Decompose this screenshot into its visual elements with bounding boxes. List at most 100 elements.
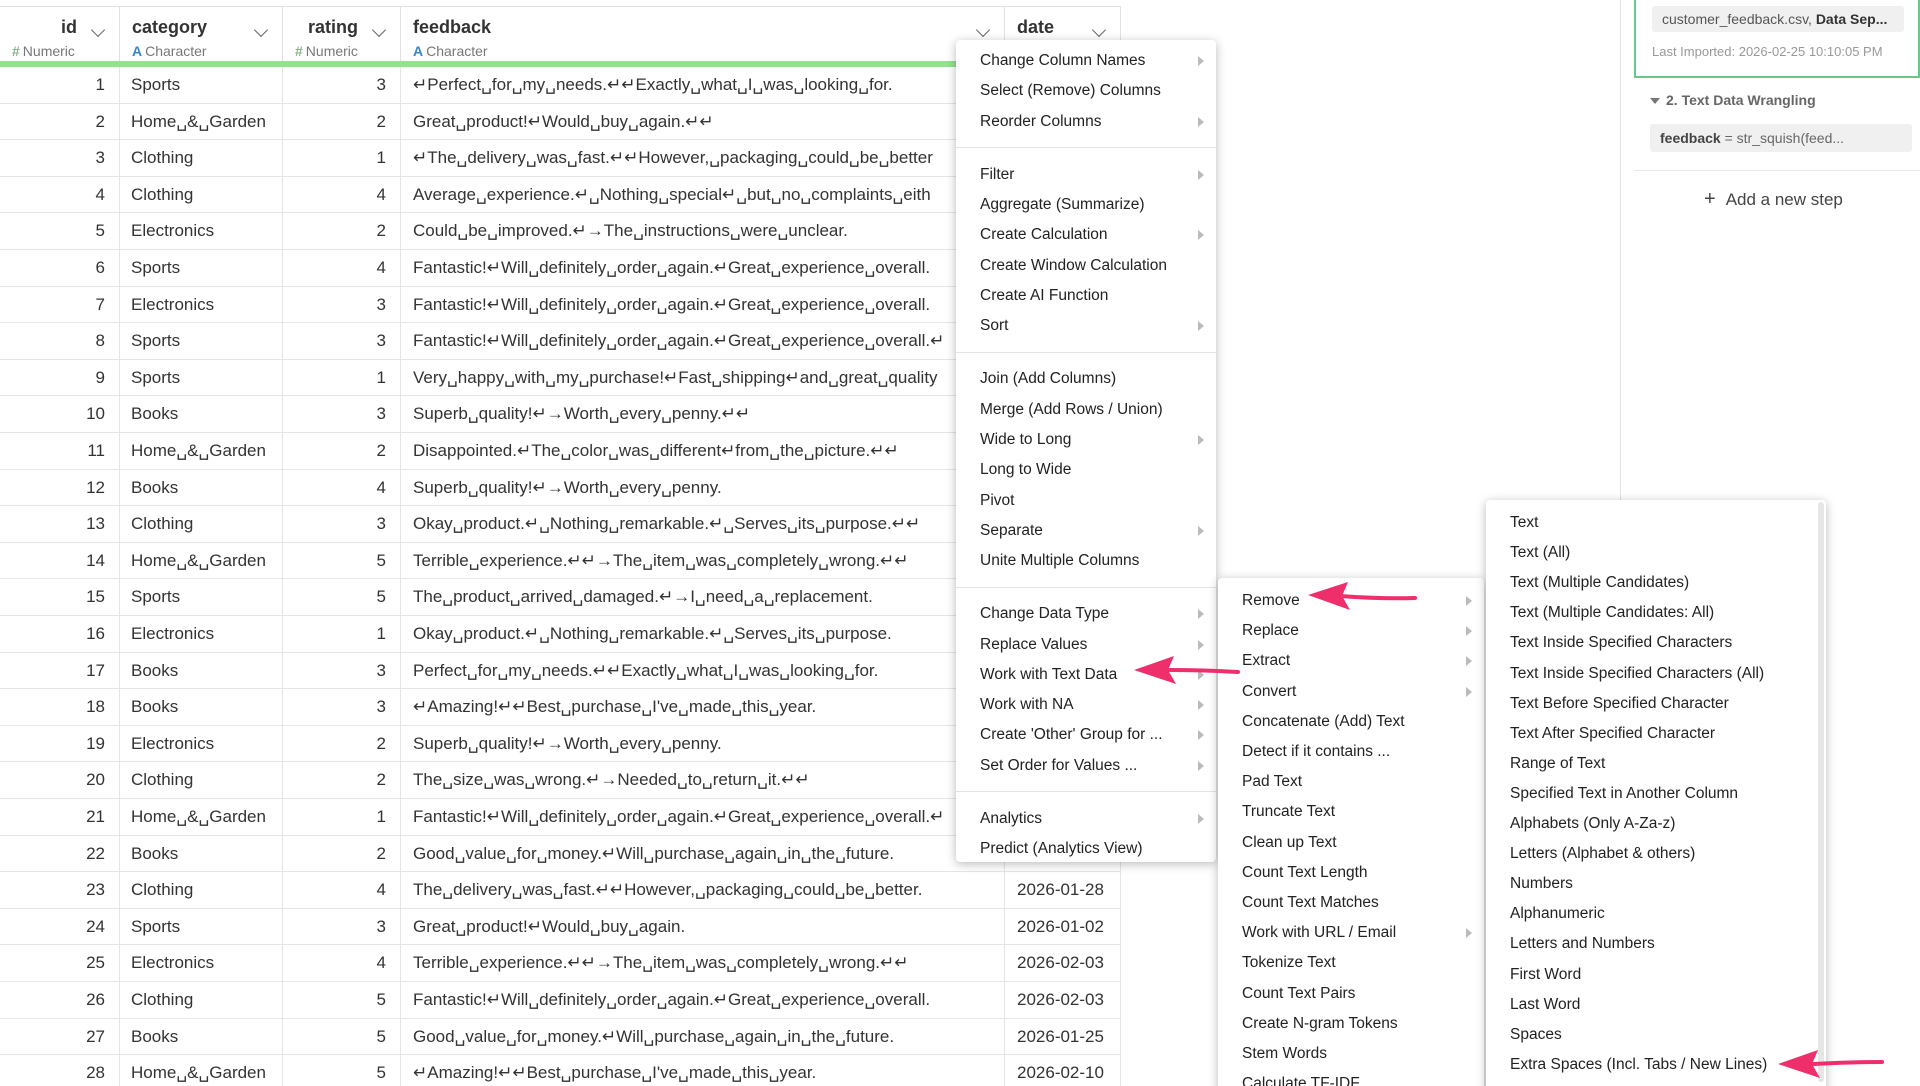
cell-feedback[interactable]: Terrible␣experience.↵↵→The␣item␣was␣comp… xyxy=(401,945,1005,981)
cell-date[interactable]: 2026-01-25 xyxy=(1005,1018,1121,1055)
table-row[interactable]: 7 Electronics 3 Fantastic!↵Will␣definitely␣… xyxy=(0,286,1121,324)
menu-item-specified-text-in-another-column[interactable]: Specified Text in Another Column xyxy=(1486,779,1826,808)
cell-category[interactable]: Electronics xyxy=(120,286,283,323)
cell-id[interactable]: 21 xyxy=(0,799,120,835)
cell-rating[interactable]: 3 xyxy=(283,286,401,323)
menu-item-create-ai-function[interactable]: Create AI Function xyxy=(956,281,1216,310)
menu-item-alphanumeric[interactable]: Alphanumeric xyxy=(1486,899,1826,928)
menu-item-text-inside-specified-characters[interactable]: Text Inside Specified Characters xyxy=(1486,628,1826,657)
table-row[interactable]: 24 Sports 3 Great␣product!↵Would␣buy␣again.… xyxy=(0,908,1121,946)
cell-feedback[interactable]: Terrible␣experience.↵↵→The␣item␣was␣comp… xyxy=(401,542,1005,579)
column-menu-chevron-icon[interactable] xyxy=(253,22,269,38)
cell-rating[interactable]: 2 xyxy=(283,835,401,872)
menu-item-detect-if-it-contains[interactable]: Detect if it contains ... xyxy=(1218,737,1484,766)
cell-category[interactable]: Clothing xyxy=(120,872,283,908)
menu-item-text-inside-specified-characters-all[interactable]: Text Inside Specified Characters (All) xyxy=(1486,659,1826,688)
column-menu-chevron-icon[interactable] xyxy=(975,22,991,38)
menu-item-concatenate-add-text[interactable]: Concatenate (Add) Text xyxy=(1218,707,1484,736)
menu-item-clean-up-text[interactable]: Clean up Text xyxy=(1218,828,1484,857)
table-row[interactable]: 2 Home␣&␣Garden 2 Great␣product!↵Would␣buy␣… xyxy=(0,103,1121,141)
menu-item-wide-to-long[interactable]: Wide to Long xyxy=(956,425,1216,454)
cell-id[interactable]: 5 xyxy=(0,213,120,249)
table-row[interactable]: 16 Electronics 1 Okay␣product.↵␣Nothing␣rem… xyxy=(0,616,1121,653)
cell-id[interactable]: 14 xyxy=(0,542,120,579)
table-row[interactable]: 18 Books 3 ↵Amazing!↵↵Best␣purchase␣I've␣ma… xyxy=(0,689,1121,726)
table-row[interactable]: 1 Sports 3 ↵Perfect␣for␣my␣needs.↵↵Exactly␣… xyxy=(0,67,1121,104)
cell-rating[interactable]: 4 xyxy=(283,250,401,286)
table-row[interactable]: 12 Books 4 Superb␣quality!↵→Worth␣every␣pen… xyxy=(0,469,1121,507)
cell-feedback[interactable]: The␣delivery␣was␣fast.↵↵However,␣packagi… xyxy=(401,872,1005,908)
menu-item-long-to-wide[interactable]: Long to Wide xyxy=(956,455,1216,484)
cell-feedback[interactable]: ↵The␣delivery␣was␣fast.↵↵However,␣packag… xyxy=(401,140,1005,176)
table-row[interactable]: 21 Home␣&␣Garden 1 Fantastic!↵Will␣definite… xyxy=(0,799,1121,836)
menu-item-unite-multiple-columns[interactable]: Unite Multiple Columns xyxy=(956,546,1216,575)
table-row[interactable]: 5 Electronics 2 Could␣be␣improved.↵→The␣ins… xyxy=(0,213,1121,250)
table-row[interactable]: 25 Electronics 4 Terrible␣experience.↵↵→The… xyxy=(0,945,1121,982)
table-row[interactable]: 20 Clothing 2 The␣size␣was␣wrong.↵→Needed␣t… xyxy=(0,762,1121,799)
menu-item-calculate-tf-idf[interactable]: Calculate TF-IDF xyxy=(1218,1069,1484,1086)
cell-feedback[interactable]: Superb␣quality!↵→Worth␣every␣penny.↵↵ xyxy=(401,396,1005,432)
menu-item-create-calculation[interactable]: Create Calculation xyxy=(956,220,1216,249)
menu-item-filter[interactable]: Filter xyxy=(956,160,1216,189)
cell-rating[interactable]: 1 xyxy=(283,616,401,652)
table-row[interactable]: 4 Clothing 4 Average␣experience.↵␣Nothing␣s… xyxy=(0,176,1121,214)
column-menu-chevron-icon[interactable] xyxy=(90,22,106,38)
cell-category[interactable]: Clothing xyxy=(120,176,283,213)
cell-category[interactable]: Sports xyxy=(120,908,283,945)
source-file-chip[interactable]: customer_feedback.csv, Data Sep... xyxy=(1652,6,1904,32)
table-row[interactable]: 19 Electronics 2 Superb␣quality!↵→Worth␣eve… xyxy=(0,725,1121,763)
cell-category[interactable]: Home␣&␣Garden xyxy=(120,799,283,835)
menu-item-range-of-text[interactable]: Range of Text xyxy=(1486,749,1826,778)
cell-id[interactable]: 23 xyxy=(0,872,120,908)
cell-id[interactable]: 25 xyxy=(0,945,120,981)
table-row[interactable]: 26 Clothing 5 Fantastic!↵Will␣definitely␣or… xyxy=(0,982,1121,1019)
cell-feedback[interactable]: ↵Amazing!↵↵Best␣purchase␣I've␣made␣this␣… xyxy=(401,689,1005,725)
cell-id[interactable]: 28 xyxy=(0,1055,120,1086)
cell-category[interactable]: Books xyxy=(120,396,283,432)
add-step-button[interactable]: + Add a new step xyxy=(1704,188,1843,211)
menu-item-join-add-columns[interactable]: Join (Add Columns) xyxy=(956,364,1216,393)
menu-item-text-multiple-candidates-all[interactable]: Text (Multiple Candidates: All) xyxy=(1486,598,1826,627)
cell-rating[interactable]: 2 xyxy=(283,762,401,798)
menu-item-first-word[interactable]: First Word xyxy=(1486,960,1826,989)
cell-feedback[interactable]: Superb␣quality!↵→Worth␣every␣penny. xyxy=(401,725,1005,762)
menu-item-count-text-matches[interactable]: Count Text Matches xyxy=(1218,888,1484,917)
cell-id[interactable]: 15 xyxy=(0,579,120,615)
menu-item-separate[interactable]: Separate xyxy=(956,516,1216,545)
menu-item-truncate-text[interactable]: Truncate Text xyxy=(1218,797,1484,826)
menu-item-reorder-columns[interactable]: Reorder Columns xyxy=(956,107,1216,136)
cell-rating[interactable]: 2 xyxy=(283,725,401,762)
cell-feedback[interactable]: Fantastic!↵Will␣definitely␣order␣again.↵… xyxy=(401,250,1005,286)
cell-id[interactable]: 1 xyxy=(0,67,120,103)
cell-rating[interactable]: 3 xyxy=(283,689,401,725)
column-header-id[interactable]: id # Numeric xyxy=(0,6,120,66)
cell-feedback[interactable]: The␣product␣arrived␣damaged.↵→I␣need␣a␣r… xyxy=(401,579,1005,615)
cell-id[interactable]: 24 xyxy=(0,908,120,945)
cell-id[interactable]: 11 xyxy=(0,433,120,469)
cell-rating[interactable]: 3 xyxy=(283,323,401,359)
table-row[interactable]: 6 Sports 4 Fantastic!↵Will␣definitely␣order… xyxy=(0,250,1121,287)
table-row[interactable]: 17 Books 3 Perfect␣for␣my␣needs.↵↵Exactly␣w… xyxy=(0,652,1121,690)
cell-category[interactable]: Clothing xyxy=(120,762,283,798)
cell-category[interactable]: Electronics xyxy=(120,213,283,249)
cell-rating[interactable]: 5 xyxy=(283,1018,401,1055)
cell-rating[interactable]: 1 xyxy=(283,359,401,396)
cell-feedback[interactable]: Could␣be␣improved.↵→The␣instructions␣wer… xyxy=(401,213,1005,249)
menu-item-work-with-na[interactable]: Work with NA xyxy=(956,690,1216,719)
cell-feedback[interactable]: Okay␣product.↵␣Nothing␣remarkable.↵␣Serv… xyxy=(401,616,1005,652)
menu-item-create-other-group-for[interactable]: Create 'Other' Group for ... xyxy=(956,720,1216,749)
cell-rating[interactable]: 3 xyxy=(283,396,401,432)
menu-item-aggregate-summarize[interactable]: Aggregate (Summarize) xyxy=(956,190,1216,219)
cell-category[interactable]: Books xyxy=(120,689,283,725)
cell-feedback[interactable]: Fantastic!↵Will␣definitely␣order␣again.↵… xyxy=(401,286,1005,323)
cell-date[interactable]: 2026-01-02 xyxy=(1005,908,1121,945)
column-menu-chevron-icon[interactable] xyxy=(371,22,387,38)
cell-feedback[interactable]: Superb␣quality!↵→Worth␣every␣penny. xyxy=(401,469,1005,506)
cell-rating[interactable]: 1 xyxy=(283,140,401,176)
cell-category[interactable]: Home␣&␣Garden xyxy=(120,542,283,579)
table-row[interactable]: 22 Books 2 Good␣value␣for␣money.↵Will␣purch… xyxy=(0,835,1121,873)
cell-rating[interactable]: 4 xyxy=(283,176,401,213)
cell-rating[interactable]: 3 xyxy=(283,652,401,689)
cell-category[interactable]: Clothing xyxy=(120,140,283,176)
cell-category[interactable]: Home␣&␣Garden xyxy=(120,1055,283,1086)
